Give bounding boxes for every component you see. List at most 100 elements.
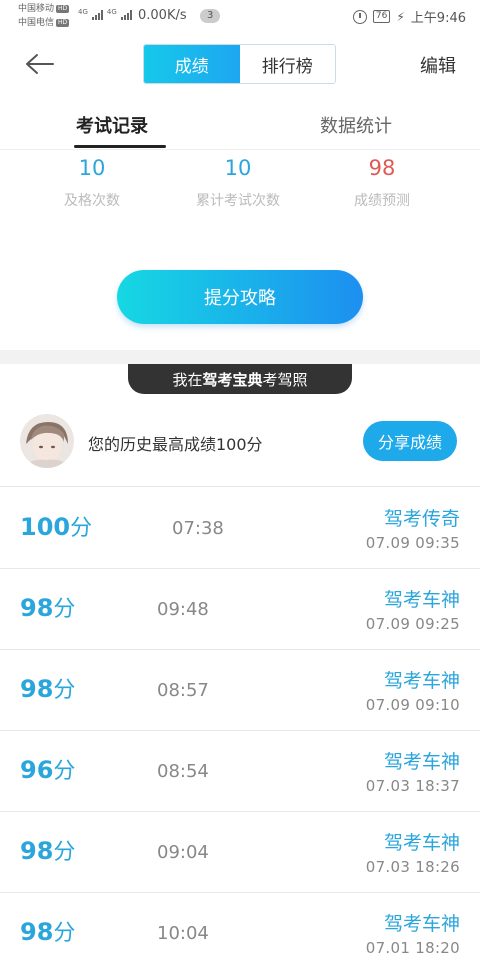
score-value: 96 (20, 756, 54, 784)
stat-label: 累计考试次数 (196, 193, 280, 209)
carrier-1-label: 中国移动 (18, 4, 55, 14)
edit-button[interactable]: 编辑 (420, 52, 456, 78)
record-time: 18:20 (415, 939, 460, 957)
clock: 上午9:46 (410, 11, 466, 26)
hd-badge: HD (56, 5, 70, 13)
record-time: 18:37 (415, 777, 460, 795)
record-time: 09:25 (415, 615, 460, 633)
network-type-label: 4G (106, 8, 117, 16)
record-date: 07.01 (365, 939, 411, 957)
back-button[interactable] (22, 48, 58, 80)
stat-score-prediction: 98 成绩预测 (302, 150, 462, 210)
banner-suffix: 考驾照 (262, 370, 308, 389)
stat-value: 10 (78, 156, 106, 180)
tab-score[interactable]: 成绩 (144, 45, 240, 83)
record-title: 驾考车神 (383, 832, 460, 854)
best-score-row: 您的历史最高成绩100分 分享成绩 (0, 405, 480, 487)
record-duration: 09:04 (157, 842, 209, 863)
score-value: 98 (20, 918, 54, 946)
record-datetime: 07.09 09:35 (366, 534, 460, 552)
score-unit: 分 (53, 840, 76, 865)
score-unit: 分 (53, 759, 76, 784)
score-value: 98 (20, 837, 54, 865)
record-date: 07.09 (365, 696, 411, 714)
record-duration: 10:04 (157, 923, 209, 944)
stat-pass-count: 10 及格次数 (12, 150, 172, 210)
record-duration: 08:57 (157, 680, 209, 701)
record-row[interactable]: 98分 08:57 驾考车神 07.09 09:10 (0, 650, 480, 731)
tab-leaderboard[interactable]: 排行榜 (239, 45, 335, 83)
signal-icon (91, 8, 103, 20)
score-unit: 分 (53, 678, 76, 703)
tab-underline (74, 145, 166, 148)
score-unit: 分 (53, 921, 76, 946)
record-score: 100分 (20, 510, 92, 542)
stats-summary: 10 及格次数 10 累计考试次数 98 成绩预测 (0, 150, 480, 230)
exam-record-list: 100分 07:38 驾考传奇 07.09 09:35 98分 09:48 驾考… (0, 488, 480, 960)
brand-banner: 我在 驾考宝典 考驾照 (128, 364, 352, 394)
score-value: 98 (20, 594, 54, 622)
segmented-control: 成绩 排行榜 (143, 44, 336, 84)
record-date: 07.09 (365, 534, 411, 552)
tab-exam-records[interactable]: 考试记录 (76, 112, 148, 138)
banner-brand: 驾考宝典 (202, 370, 263, 389)
score-unit: 分 (70, 516, 93, 541)
record-score: 98分 (20, 834, 75, 866)
charging-icon: ⚡ (396, 9, 405, 24)
record-datetime: 07.03 18:26 (366, 858, 460, 876)
score-unit: 分 (53, 597, 76, 622)
record-row[interactable]: 98分 09:04 驾考车神 07.03 18:26 (0, 812, 480, 893)
record-time: 09:35 (415, 534, 460, 552)
record-title: 驾考车神 (383, 913, 460, 935)
record-datetime: 07.09 09:10 (366, 696, 460, 714)
signal-icons: 4G 4G (78, 8, 132, 20)
status-bar: 中国移动 HD 中国电信 HD 4G 4G 0.00K/s 3 76 ⚡ 上午9:4… (0, 0, 480, 34)
record-time: 18:26 (415, 858, 460, 876)
signal-icon (120, 8, 132, 20)
record-duration: 08:54 (157, 761, 209, 782)
avatar-image (20, 414, 74, 468)
record-datetime: 07.03 18:37 (366, 777, 460, 795)
section-divider (0, 350, 480, 364)
record-row[interactable]: 96分 08:54 驾考车神 07.03 18:37 (0, 731, 480, 812)
sub-tabs: 考试记录 数据统计 (0, 98, 480, 150)
record-score: 98分 (20, 672, 75, 704)
notification-badge: 3 (200, 9, 221, 23)
record-score: 96分 (20, 753, 75, 785)
record-title: 驾考车神 (383, 589, 460, 611)
record-title: 驾考传奇 (383, 508, 460, 530)
record-date: 07.03 (365, 777, 411, 795)
record-score: 98分 (20, 915, 75, 947)
header: 成绩 排行榜 编辑 (0, 34, 480, 94)
record-score: 98分 (20, 591, 75, 623)
score-value: 98 (20, 675, 54, 703)
stat-total-exams: 10 累计考试次数 (158, 150, 318, 210)
tab-data-stats[interactable]: 数据统计 (320, 112, 392, 138)
record-datetime: 07.01 18:20 (366, 939, 460, 957)
record-row[interactable]: 98分 10:04 驾考车神 07.01 18:20 (0, 893, 480, 960)
net-speed: 0.00K/s (138, 8, 187, 23)
status-right: 76 ⚡ 上午9:46 (352, 7, 466, 26)
score-value: 100 (20, 513, 71, 541)
record-date: 07.09 (365, 615, 411, 633)
record-row[interactable]: 98分 09:48 驾考车神 07.09 09:25 (0, 569, 480, 650)
record-datetime: 07.09 09:25 (366, 615, 460, 633)
share-score-button[interactable]: 分享成绩 (363, 421, 457, 461)
stat-label: 及格次数 (64, 193, 120, 209)
carrier-info: 中国移动 HD 中国电信 HD (18, 2, 70, 30)
back-arrow-icon (26, 54, 54, 74)
stat-value: 98 (368, 156, 396, 180)
banner-prefix: 我在 (172, 370, 203, 389)
record-time: 09:10 (415, 696, 460, 714)
avatar (20, 414, 74, 468)
alarm-icon (352, 9, 367, 24)
record-date: 07.03 (365, 858, 411, 876)
record-row[interactable]: 100分 07:38 驾考传奇 07.09 09:35 (0, 488, 480, 569)
record-title: 驾考车神 (383, 670, 460, 692)
best-score-text: 您的历史最高成绩100分 (88, 435, 263, 454)
stat-label: 成绩预测 (354, 193, 410, 209)
record-duration: 09:48 (157, 599, 209, 620)
record-title: 驾考车神 (383, 751, 460, 773)
improve-tips-button[interactable]: 提分攻略 (117, 270, 363, 324)
hd-badge: HD (56, 19, 70, 27)
